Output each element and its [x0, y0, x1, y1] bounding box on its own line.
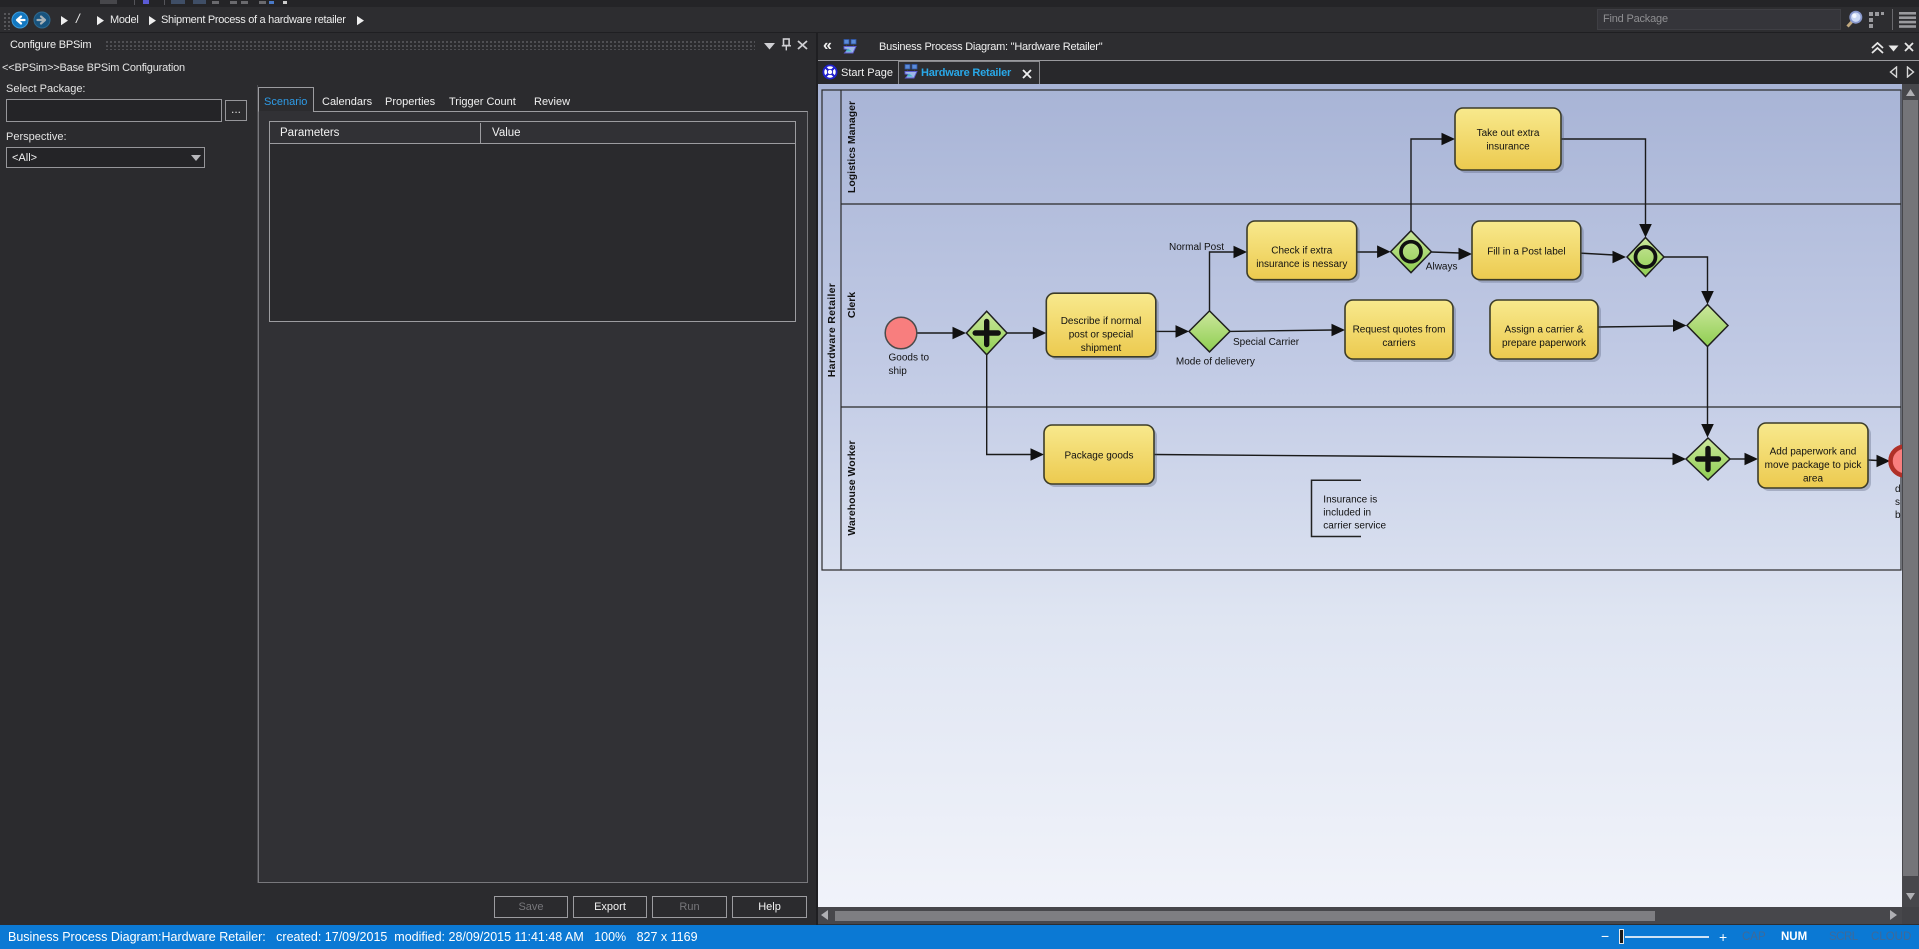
- svg-text:Special Carrier: Special Carrier: [1233, 337, 1300, 348]
- svg-text:shipment: shipment: [1081, 343, 1122, 354]
- svg-text:post or special: post or special: [1069, 330, 1133, 341]
- svg-text:area: area: [1803, 474, 1823, 485]
- svg-text:Warehouse Worker: Warehouse Worker: [846, 440, 858, 535]
- svg-text:Logistics Manager: Logistics Manager: [846, 101, 858, 193]
- svg-text:Package goods: Package goods: [1065, 451, 1134, 462]
- svg-text:Mode of delievery: Mode of delievery: [1176, 356, 1255, 367]
- svg-text:Goods to: Goods to: [889, 353, 930, 364]
- svg-text:s: s: [1895, 497, 1900, 508]
- svg-text:included in: included in: [1323, 508, 1371, 519]
- svg-text:Normal Post: Normal Post: [1169, 242, 1224, 253]
- svg-text:insurance: insurance: [1486, 142, 1530, 153]
- svg-text:Request quotes from: Request quotes from: [1353, 325, 1446, 336]
- svg-text:insurance is nessary: insurance is nessary: [1256, 259, 1347, 270]
- svg-text:Fill in a Post label: Fill in a Post label: [1487, 247, 1565, 258]
- svg-text:Clerk: Clerk: [846, 292, 858, 318]
- svg-text:carriers: carriers: [1382, 338, 1415, 349]
- svg-text:b: b: [1895, 510, 1901, 521]
- svg-text:carrier service: carrier service: [1323, 520, 1386, 531]
- svg-text:Assign a carrier &: Assign a carrier &: [1505, 325, 1584, 336]
- svg-text:ship: ship: [889, 366, 908, 377]
- svg-text:move package to pick: move package to pick: [1765, 460, 1863, 471]
- svg-text:Insurance is: Insurance is: [1323, 495, 1377, 506]
- svg-text:Add paperwork and: Add paperwork and: [1770, 447, 1857, 458]
- svg-text:Hardware Retailer: Hardware Retailer: [826, 283, 838, 377]
- svg-text:Describe if normal: Describe if normal: [1061, 316, 1142, 327]
- svg-text:Always: Always: [1426, 262, 1458, 273]
- svg-text:prepare paperwork: prepare paperwork: [1502, 338, 1587, 349]
- svg-text:Take out extra: Take out extra: [1477, 128, 1540, 139]
- svg-text:d: d: [1895, 484, 1901, 495]
- svg-text:Check if extra: Check if extra: [1271, 246, 1333, 257]
